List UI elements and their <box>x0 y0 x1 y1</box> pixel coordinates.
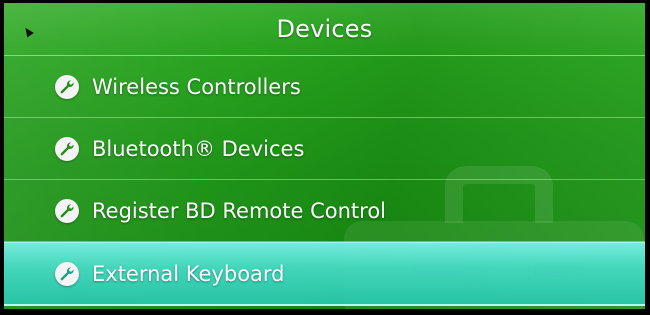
menu-item-label: Wireless Controllers <box>92 74 301 99</box>
menu-item-external-keyboard[interactable]: External Keyboard <box>4 242 645 306</box>
menu-item-label: Bluetooth® Devices <box>92 136 305 161</box>
menu-item-register-bd-remote[interactable]: Register BD Remote Control <box>4 180 645 242</box>
menu-item-bluetooth-devices[interactable]: Bluetooth® Devices <box>4 118 645 180</box>
wrench-icon <box>55 198 79 223</box>
wrench-icon <box>55 261 79 286</box>
title-bar: Devices <box>4 3 645 56</box>
menu-item-wireless-controllers[interactable]: Wireless Controllers <box>4 56 645 118</box>
devices-screen: Devices Wireless Controllers Bluetooth® … <box>4 3 645 309</box>
menu-item-label: External Keyboard <box>92 261 285 286</box>
page-title: Devices <box>276 15 373 43</box>
devices-menu: Wireless Controllers Bluetooth® Devices … <box>4 56 645 306</box>
menu-item-label: Register BD Remote Control <box>92 198 386 223</box>
wrench-icon <box>55 74 79 99</box>
wrench-icon <box>55 136 79 161</box>
